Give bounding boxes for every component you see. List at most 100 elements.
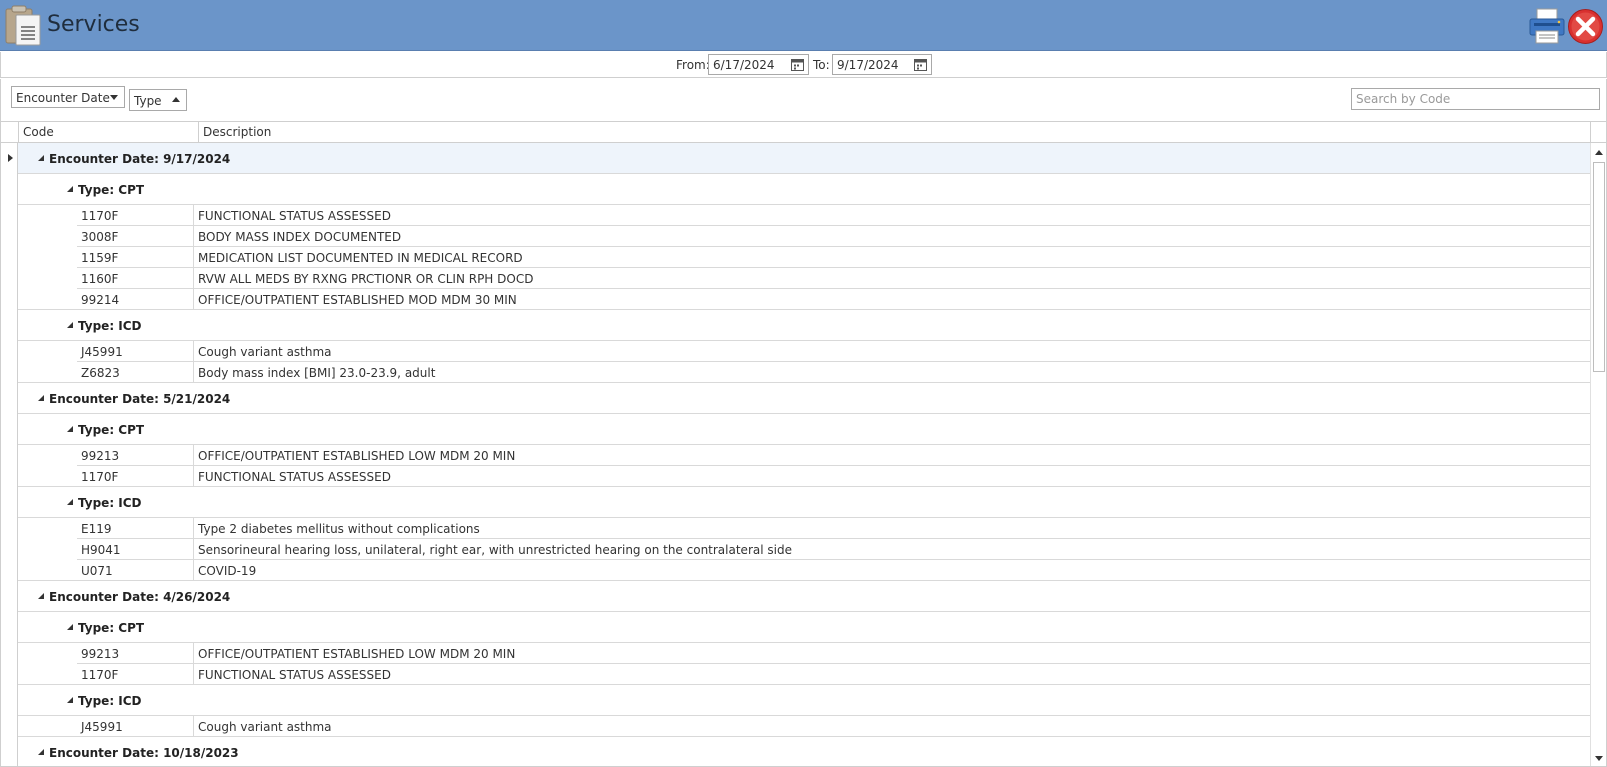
column-divider bbox=[193, 664, 194, 685]
encounter-group-row[interactable]: Encounter Date: 5/21/2024 bbox=[18, 383, 1590, 414]
collapse-toggle-icon[interactable] bbox=[67, 322, 73, 328]
to-date-value[interactable]: 9/17/2024 bbox=[837, 58, 899, 72]
column-header-code[interactable]: Code bbox=[18, 122, 198, 143]
type-group-label: Type: ICD bbox=[78, 496, 142, 510]
clipboard-list-icon bbox=[5, 5, 41, 46]
type-group-label: Type: ICD bbox=[78, 319, 142, 333]
to-date-picker[interactable]: 9/17/2024 bbox=[832, 54, 932, 75]
date-range-bar: From: 6/17/2024 To: 9/17/2024 bbox=[0, 52, 1607, 78]
type-group-label: Type: CPT bbox=[78, 621, 145, 635]
column-header-description[interactable]: Description bbox=[198, 122, 1590, 143]
code-cell: 99213 bbox=[81, 647, 120, 661]
table-row[interactable]: 3008F BODY MASS INDEX DOCUMENTED bbox=[18, 226, 1590, 247]
type-group-label: Type: CPT bbox=[78, 183, 145, 197]
column-divider bbox=[193, 643, 194, 664]
group-chip-encounter-date[interactable]: Encounter Date bbox=[11, 86, 125, 108]
collapse-toggle-icon[interactable] bbox=[67, 624, 73, 630]
close-icon[interactable] bbox=[1567, 8, 1604, 45]
from-date-value[interactable]: 6/17/2024 bbox=[713, 58, 775, 72]
services-grid: Code Description Encounter Date: 9/17/20… bbox=[0, 121, 1607, 767]
type-group-label: Type: ICD bbox=[78, 694, 142, 708]
table-row[interactable]: Z6823 Body mass index [BMI] 23.0-23.9, ad… bbox=[18, 362, 1590, 383]
code-cell: U071 bbox=[81, 564, 113, 578]
printer-icon[interactable] bbox=[1528, 8, 1566, 44]
collapse-toggle-icon[interactable] bbox=[38, 155, 44, 161]
from-label: From: bbox=[676, 58, 710, 72]
description-cell: FUNCTIONAL STATUS ASSESSED bbox=[198, 668, 391, 682]
type-group-row[interactable]: Type: ICD bbox=[18, 685, 1590, 716]
table-row[interactable]: 99214 OFFICE/OUTPATIENT ESTABLISHED MOD M… bbox=[18, 289, 1590, 310]
sort-descending-icon[interactable] bbox=[110, 95, 118, 100]
group-chip-type[interactable]: Type bbox=[129, 89, 187, 111]
grid-header: Code Description bbox=[1, 122, 1606, 143]
encounter-group-label: Encounter Date: 5/21/2024 bbox=[49, 392, 231, 406]
column-divider bbox=[193, 362, 194, 383]
search-by-code-input[interactable] bbox=[1351, 88, 1600, 110]
collapse-toggle-icon[interactable] bbox=[38, 749, 44, 755]
table-row[interactable]: 1170F FUNCTIONAL STATUS ASSESSED bbox=[18, 466, 1590, 487]
column-divider bbox=[193, 268, 194, 289]
code-cell: 99214 bbox=[81, 293, 120, 307]
calendar-icon[interactable] bbox=[914, 58, 927, 71]
to-label: To: bbox=[813, 58, 830, 72]
description-cell: RVW ALL MEDS BY RXNG PRCTIONR OR CLIN RP… bbox=[198, 272, 534, 286]
scroll-up-button[interactable] bbox=[1591, 145, 1606, 160]
sort-ascending-icon[interactable] bbox=[172, 97, 180, 102]
code-cell: H9041 bbox=[81, 543, 121, 557]
type-group-row[interactable]: Type: CPT bbox=[18, 174, 1590, 205]
collapse-toggle-icon[interactable] bbox=[67, 186, 73, 192]
collapse-toggle-icon[interactable] bbox=[67, 426, 73, 432]
table-row[interactable]: 1170F FUNCTIONAL STATUS ASSESSED bbox=[18, 205, 1590, 226]
collapse-toggle-icon[interactable] bbox=[38, 593, 44, 599]
type-group-row[interactable]: Type: CPT bbox=[18, 612, 1590, 643]
description-cell: OFFICE/OUTPATIENT ESTABLISHED MOD MDM 30… bbox=[198, 293, 517, 307]
type-group-row[interactable]: Type: ICD bbox=[18, 310, 1590, 341]
code-cell: 1170F bbox=[81, 668, 119, 682]
encounter-group-row[interactable]: Encounter Date: 9/17/2024 bbox=[18, 143, 1590, 174]
type-group-row[interactable]: Type: ICD bbox=[18, 487, 1590, 518]
group-chip-label: Encounter Date bbox=[16, 91, 110, 105]
chevron-up-icon bbox=[1595, 150, 1603, 155]
calendar-icon[interactable] bbox=[791, 58, 804, 71]
column-divider bbox=[193, 247, 194, 268]
from-date-picker[interactable]: 6/17/2024 bbox=[708, 54, 809, 75]
grouping-toolbar: Encounter Date Type bbox=[0, 79, 1607, 121]
column-divider bbox=[193, 518, 194, 539]
collapse-toggle-icon[interactable] bbox=[67, 499, 73, 505]
description-cell: COVID-19 bbox=[198, 564, 257, 578]
column-divider bbox=[193, 560, 194, 581]
code-cell: 1170F bbox=[81, 470, 119, 484]
window-title: Services bbox=[47, 12, 140, 37]
table-row[interactable]: J45991 Cough variant asthma bbox=[18, 716, 1590, 737]
description-cell: OFFICE/OUTPATIENT ESTABLISHED LOW MDM 20… bbox=[198, 449, 516, 463]
description-cell: Sensorineural hearing loss, unilateral, … bbox=[198, 543, 792, 557]
code-cell: 1159F bbox=[81, 251, 119, 265]
encounter-group-row[interactable]: Encounter Date: 4/26/2024 bbox=[18, 581, 1590, 612]
current-row-indicator-icon bbox=[8, 154, 13, 162]
description-cell: OFFICE/OUTPATIENT ESTABLISHED LOW MDM 20… bbox=[198, 647, 516, 661]
table-row[interactable]: E119 Type 2 diabetes mellitus without com… bbox=[18, 518, 1590, 539]
table-row[interactable]: 1170F FUNCTIONAL STATUS ASSESSED bbox=[18, 664, 1590, 685]
table-row[interactable]: 1159F MEDICATION LIST DOCUMENTED IN MEDIC… bbox=[18, 247, 1590, 268]
column-divider bbox=[193, 716, 194, 737]
column-divider bbox=[193, 466, 194, 487]
scroll-down-button[interactable] bbox=[1591, 751, 1606, 766]
table-row[interactable]: 99213 OFFICE/OUTPATIENT ESTABLISHED LOW M… bbox=[18, 643, 1590, 664]
code-cell: Z6823 bbox=[81, 366, 120, 380]
table-row[interactable]: H9041 Sensorineural hearing loss, unilate… bbox=[18, 539, 1590, 560]
table-row[interactable]: 1160F RVW ALL MEDS BY RXNG PRCTIONR OR CL… bbox=[18, 268, 1590, 289]
description-cell: FUNCTIONAL STATUS ASSESSED bbox=[198, 470, 391, 484]
type-group-row[interactable]: Type: CPT bbox=[18, 414, 1590, 445]
column-divider bbox=[193, 289, 194, 310]
collapse-toggle-icon[interactable] bbox=[67, 697, 73, 703]
description-cell: Body mass index [BMI] 23.0-23.9, adult bbox=[198, 366, 436, 380]
table-row[interactable]: 99213 OFFICE/OUTPATIENT ESTABLISHED LOW M… bbox=[18, 445, 1590, 466]
table-row[interactable]: J45991 Cough variant asthma bbox=[18, 341, 1590, 362]
code-cell: 1160F bbox=[81, 272, 119, 286]
scrollbar-thumb[interactable] bbox=[1593, 162, 1605, 372]
encounter-group-row[interactable]: Encounter Date: 10/18/2023 bbox=[18, 737, 1590, 766]
row-indicator-column bbox=[1, 143, 18, 766]
collapse-toggle-icon[interactable] bbox=[38, 395, 44, 401]
table-row[interactable]: U071 COVID-19 bbox=[18, 560, 1590, 581]
vertical-scrollbar[interactable] bbox=[1590, 143, 1606, 766]
